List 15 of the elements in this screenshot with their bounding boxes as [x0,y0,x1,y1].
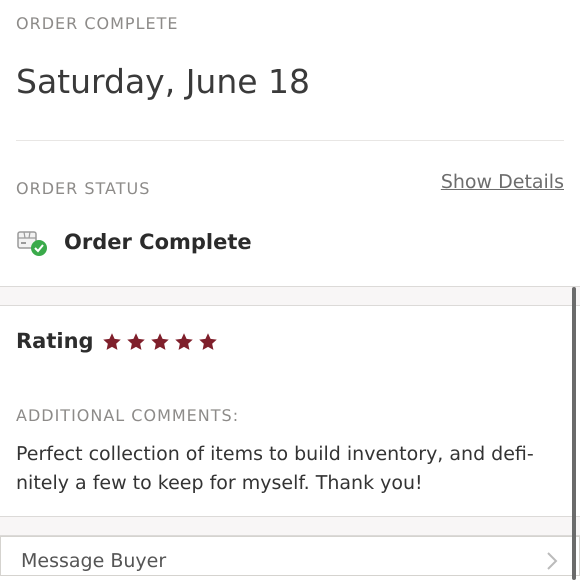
star-icon [150,332,170,352]
comment-text: Perfect collection of items to build inventory, and defi-nitely a few to keep for myself. Thank you! [16,442,535,496]
star-icon [126,332,146,352]
section-label: ADDITIONAL COMMENTS: [16,408,240,424]
scrollbar[interactable] [572,287,576,580]
rating-label: Rating [16,328,94,356]
star-icon [102,332,122,352]
star-icon [198,332,218,352]
order-status: Order Complete [64,228,252,256]
star-icon [174,332,194,352]
section-label: ORDER COMPLETE [16,16,180,32]
show-details-link[interactable]: Show Details [440,168,564,197]
section-label: ORDER STATUS [16,180,150,197]
message-buyer-button[interactable]: Message Buyer [0,536,580,576]
order-date: Saturday, June 18 [16,61,312,100]
